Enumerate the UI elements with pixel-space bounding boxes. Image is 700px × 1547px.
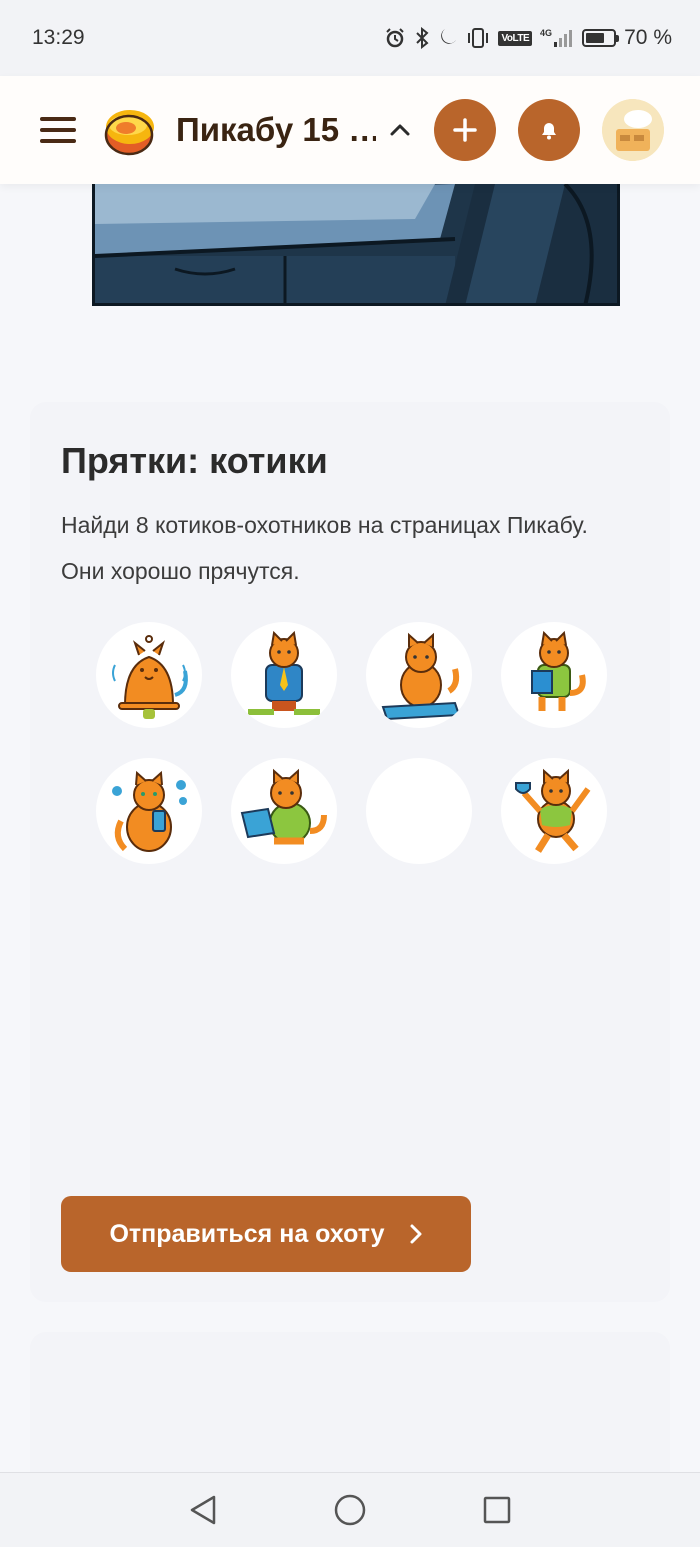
site-title[interactable]: Пикабу 15 … (176, 111, 376, 149)
cat-accordion[interactable] (501, 622, 607, 728)
cat-keyboard-icon (381, 632, 461, 721)
menu-icon[interactable] (40, 114, 76, 146)
volte-icon: VoLTE (498, 30, 533, 46)
avatar[interactable] (602, 99, 664, 161)
moon-icon (441, 29, 457, 44)
go-hunting-button[interactable]: Отправиться на охоту (61, 1196, 471, 1272)
svg-text:4G: 4G (540, 28, 552, 38)
cat-businessman-icon (248, 630, 320, 715)
alarm-icon (386, 28, 405, 48)
vibrate-icon (468, 28, 489, 48)
card-description: Найди 8 котиков-охотников на страницах П… (61, 512, 588, 584)
bell-icon (542, 123, 556, 140)
app-header: Пикабу 15 … (0, 76, 700, 184)
hide-and-seek-card: Прятки: котики Найди 8 котиков-охотников… (30, 402, 670, 1302)
notifications-button[interactable] (518, 99, 580, 161)
battery-percent: 70 % (624, 26, 672, 49)
plus-icon (453, 118, 477, 142)
pikabu-logo[interactable] (100, 101, 158, 159)
cat-phone-icon (112, 770, 187, 852)
cat-keyboard[interactable] (366, 622, 472, 728)
cat-hidden[interactable] (366, 758, 472, 864)
add-post-button[interactable] (434, 99, 496, 161)
cat-businessman[interactable] (231, 622, 337, 728)
cat-phone[interactable] (96, 758, 202, 864)
chevron-right-icon (410, 1224, 422, 1244)
cat-bell-icon (112, 635, 188, 719)
chevron-up-icon[interactable] (388, 118, 412, 142)
bluetooth-icon (416, 27, 429, 49)
status-icons: VoLTE 4G 70 % (384, 26, 672, 50)
cat-trophy[interactable] (501, 758, 607, 864)
cat-grid (96, 622, 607, 864)
status-bar: 13:29 VoLTE 4G 70 % (0, 0, 700, 76)
recents-icon[interactable] (482, 1495, 512, 1525)
system-nav-bar (0, 1472, 700, 1547)
cat-bell[interactable] (96, 622, 202, 728)
avatar-image (602, 99, 664, 161)
cat-laptop[interactable] (231, 758, 337, 864)
back-icon[interactable] (188, 1494, 218, 1526)
home-icon[interactable] (333, 1493, 367, 1527)
status-time: 13:29 (32, 26, 85, 49)
go-hunting-label: Отправиться на охоту (109, 1219, 385, 1248)
comic-image (92, 184, 620, 306)
signal-icon: 4G (540, 28, 573, 47)
cat-laptop-icon (240, 768, 327, 845)
cat-accordion-icon (531, 630, 586, 711)
cat-trophy-icon (515, 768, 591, 853)
battery-icon (582, 29, 620, 47)
card-title: Прятки: котики (61, 440, 328, 481)
